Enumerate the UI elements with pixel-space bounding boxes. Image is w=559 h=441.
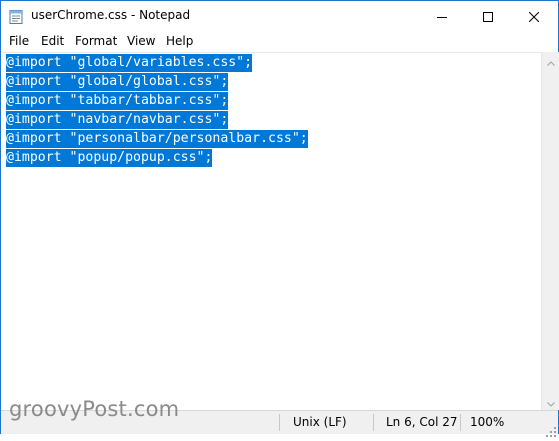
status-cursor-position: Ln 6, Col 27: [386, 415, 458, 429]
editor-line-1: @import "global/variables.css";: [6, 54, 253, 72]
resize-grip-icon[interactable]: [546, 422, 556, 437]
vertical-scrollbar[interactable]: [541, 52, 559, 410]
notepad-window: userChrome.css - Notepad File Edit Forma…: [0, 0, 559, 437]
watermark: groovyPost.com: [9, 397, 180, 421]
menu-edit[interactable]: Edit: [41, 34, 64, 48]
menu-help[interactable]: Help: [166, 34, 193, 48]
status-divider: [279, 414, 280, 431]
close-button[interactable]: [511, 1, 557, 32]
editor-line-5: @import "personalbar/personalbar.css";: [6, 130, 308, 148]
close-icon: [529, 11, 539, 22]
editor-line-4: @import "navbar/navbar.css";: [6, 111, 229, 129]
editor-line-3: @import "tabbar/tabbar.css";: [6, 92, 229, 110]
scroll-up-icon: [546, 51, 555, 70]
maximize-icon: [483, 11, 493, 22]
scroll-down-button[interactable]: [542, 393, 559, 410]
menu-file[interactable]: File: [9, 34, 29, 48]
notepad-icon: [9, 9, 23, 24]
menu-format[interactable]: Format: [75, 34, 117, 48]
minimize-icon: [437, 12, 447, 22]
title-bar[interactable]: userChrome.css - Notepad: [1, 1, 558, 32]
menu-view[interactable]: View: [127, 34, 155, 48]
minimize-button[interactable]: [419, 1, 465, 32]
status-divider: [460, 414, 461, 431]
editor-line-6: @import "popup/popup.css";: [6, 149, 213, 167]
editor-line-2: @import "global/global.css";: [6, 73, 229, 91]
scroll-up-button[interactable]: [542, 52, 559, 69]
status-divider: [373, 414, 374, 431]
status-line-ending: Unix (LF): [293, 415, 347, 429]
status-zoom: 100%: [470, 415, 505, 429]
scroll-down-icon: [546, 392, 555, 411]
text-editor[interactable]: @import "global/variables.css"; @import …: [1, 52, 541, 411]
menu-bar: File Edit Format View Help: [1, 32, 558, 52]
maximize-button[interactable]: [465, 1, 511, 32]
window-title: userChrome.css - Notepad: [31, 8, 191, 22]
